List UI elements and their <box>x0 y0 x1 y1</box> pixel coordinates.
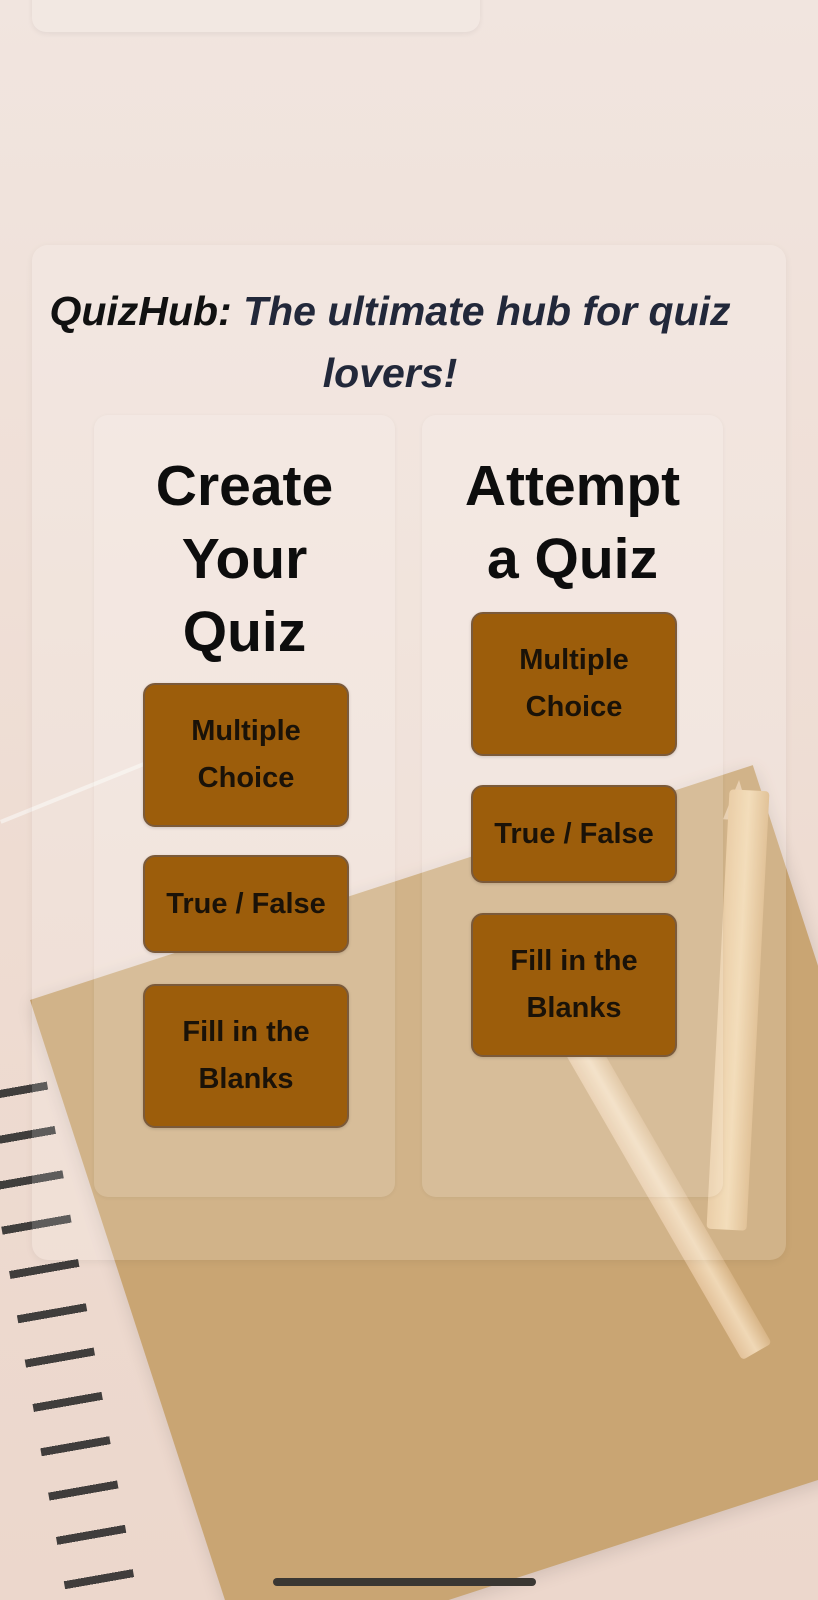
attempt-true-false-button[interactable]: True / False <box>471 785 677 883</box>
attempt-quiz-panel: Attempt a Quiz Multiple Choice True / Fa… <box>422 415 723 1197</box>
top-card <box>32 0 480 32</box>
create-quiz-title: Create Your Quiz <box>155 454 334 664</box>
create-true-false-button[interactable]: True / False <box>143 855 349 953</box>
attempt-multiple-choice-button[interactable]: Multiple Choice <box>471 612 677 756</box>
create-multiple-choice-button[interactable]: Multiple Choice <box>143 683 349 827</box>
create-fill-blanks-button[interactable]: Fill in the Blanks <box>143 984 349 1128</box>
create-quiz-panel: Create Your Quiz Multiple Choice True / … <box>94 415 395 1197</box>
attempt-quiz-title: Attempt a Quiz <box>464 454 681 591</box>
attempt-fill-blanks-button[interactable]: Fill in the Blanks <box>471 913 677 1057</box>
tagline: The ultimate hub for quiz lovers! <box>243 288 731 396</box>
home-indicator[interactable] <box>273 1578 536 1586</box>
page-headline: QuizHub: The ultimate hub for quiz lover… <box>40 280 740 404</box>
brand-name: QuizHub: <box>49 288 232 334</box>
